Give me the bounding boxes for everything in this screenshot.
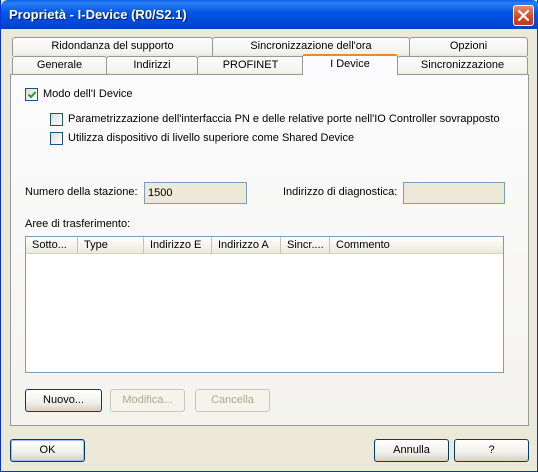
tab-label: PROFINET xyxy=(222,59,279,71)
tab-label: I Device xyxy=(330,58,370,70)
column-header-indirizzo-a[interactable]: Indirizzo A xyxy=(212,237,281,254)
transfer-areas-list[interactable]: Sotto... Type Indirizzo E Indirizzo A Si… xyxy=(25,236,504,373)
tab-idevice[interactable]: I Device xyxy=(302,54,398,75)
idevice-mode-label: Modo dell'I Device xyxy=(43,88,133,100)
column-header-commento[interactable]: Commento xyxy=(330,237,505,254)
shared-device-label: Utilizza dispositivo di livello superior… xyxy=(68,132,355,144)
column-header-sotto[interactable]: Sotto... xyxy=(26,237,78,254)
ok-button[interactable]: OK xyxy=(10,439,85,462)
diag-address-field xyxy=(403,182,505,204)
tab-label: Ridondanza del supporto xyxy=(51,40,174,52)
tab-indirizzi[interactable]: Indirizzi xyxy=(106,56,198,75)
edit-button[interactable]: Modifica... xyxy=(110,389,185,412)
tab-label: Indirizzi xyxy=(133,59,171,71)
help-button[interactable]: ? xyxy=(454,439,529,462)
tab-ridondanza[interactable]: Ridondanza del supporto xyxy=(12,37,213,56)
tab-label: Sincronizzazione xyxy=(420,59,505,71)
column-header-indirizzo-e[interactable]: Indirizzo E xyxy=(144,237,212,254)
tab-generale[interactable]: Generale xyxy=(12,56,107,75)
properties-dialog: Proprietà - I-Device (R0/S2.1) Ridondanz… xyxy=(0,0,538,472)
title-bar[interactable]: Proprietà - I-Device (R0/S2.1) xyxy=(1,0,538,29)
tab-label: Generale xyxy=(36,59,83,71)
param-pn-checkbox[interactable] xyxy=(50,113,63,126)
tab-sincronizzazione[interactable]: Sincronizzazione xyxy=(397,56,528,75)
tab-label: Opzioni xyxy=(449,40,488,52)
tab-profinet[interactable]: PROFINET xyxy=(197,56,304,75)
diag-address-label: Indirizzo di diagnostica: xyxy=(283,186,398,198)
param-pn-label: Parametrizzazione dell'interfaccia PN e … xyxy=(68,113,500,125)
station-number-field[interactable]: 1500 xyxy=(144,182,247,204)
idevice-mode-checkbox[interactable] xyxy=(25,88,38,101)
close-button[interactable] xyxy=(513,5,534,26)
shared-device-checkbox[interactable] xyxy=(50,132,63,145)
list-header: Sotto... Type Indirizzo E Indirizzo A Si… xyxy=(26,237,503,254)
window-title: Proprietà - I-Device (R0/S2.1) xyxy=(9,7,187,22)
close-icon xyxy=(518,10,529,21)
tab-opzioni[interactable]: Opzioni xyxy=(409,37,528,56)
tab-label: Sincronizzazione dell'ora xyxy=(250,40,372,52)
transfer-areas-label: Aree di trasferimento: xyxy=(25,218,131,230)
column-header-sincr[interactable]: Sincr.... xyxy=(281,237,330,254)
delete-button[interactable]: Cancella xyxy=(195,389,270,412)
cancel-button[interactable]: Annulla xyxy=(374,439,449,462)
checkmark-icon xyxy=(27,91,37,99)
column-header-type[interactable]: Type xyxy=(78,237,144,254)
station-number-label: Numero della stazione: xyxy=(25,186,138,198)
new-button[interactable]: Nuovo... xyxy=(25,389,102,412)
